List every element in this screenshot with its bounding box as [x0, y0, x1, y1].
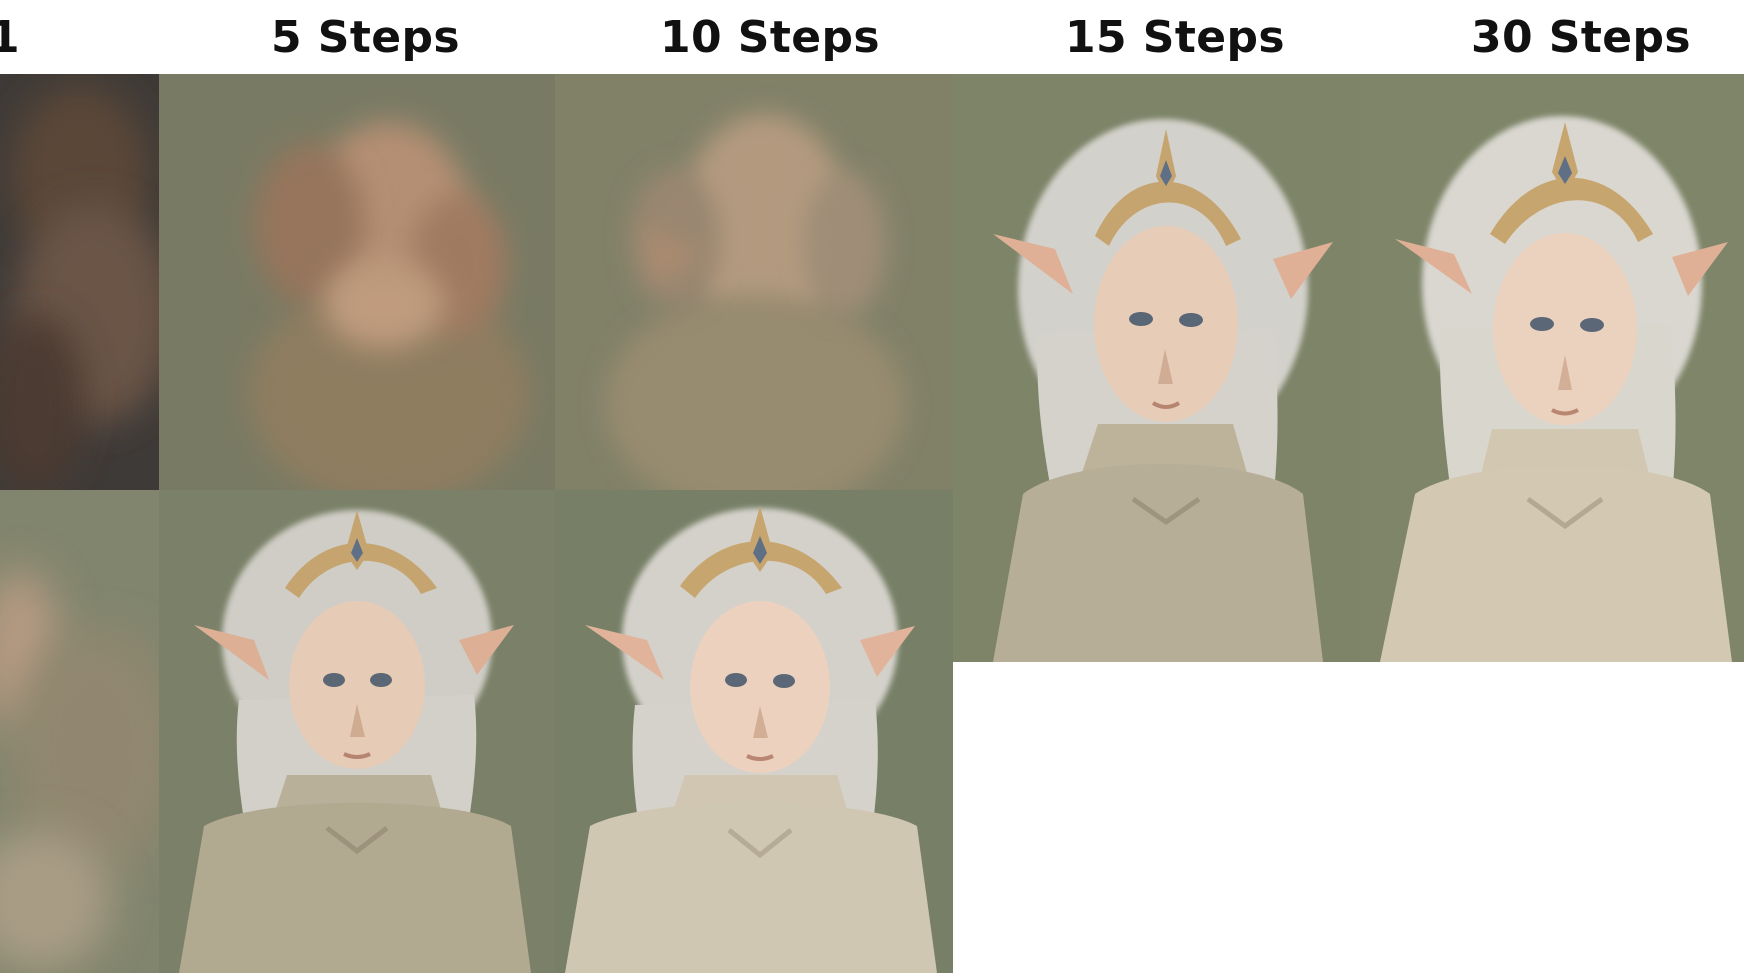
blurred-portrait-icon	[159, 74, 555, 490]
image-tile-10-steps-row-1	[555, 74, 953, 490]
blurred-portrait-icon	[555, 74, 953, 490]
column-label-15-steps: 15 Steps	[1065, 12, 1285, 63]
image-tile-5-steps-row-2	[159, 490, 555, 973]
portrait-elf-illustration-icon	[1360, 74, 1744, 662]
comparison-grid: 1 5 Steps 10 Steps 15 Steps 30 Steps	[0, 0, 1744, 973]
portrait-elf-illustration-icon	[159, 490, 555, 973]
image-tile-partial-row-1	[0, 74, 159, 490]
column-label-30-steps: 30 Steps	[1471, 12, 1691, 63]
portrait-elf-illustration-icon	[953, 74, 1360, 662]
column-header-row: 1 5 Steps 10 Steps 15 Steps 30 Steps	[0, 0, 1744, 74]
blurred-portrait-icon	[0, 74, 159, 490]
empty-grid-area	[953, 662, 1744, 973]
blurred-portrait-icon	[0, 490, 159, 973]
image-tile-15-steps-row-1	[953, 74, 1360, 662]
column-label-10-steps: 10 Steps	[660, 12, 880, 63]
column-label-5-steps: 5 Steps	[271, 12, 460, 63]
image-tile-30-steps-row-1	[1360, 74, 1744, 662]
image-tile-partial-row-2	[0, 490, 159, 973]
image-tile-10-steps-row-2	[555, 490, 953, 973]
portrait-elf-illustration-icon	[555, 490, 953, 973]
partial-column-label: 1	[0, 12, 21, 63]
image-tile-5-steps-row-1	[159, 74, 555, 490]
